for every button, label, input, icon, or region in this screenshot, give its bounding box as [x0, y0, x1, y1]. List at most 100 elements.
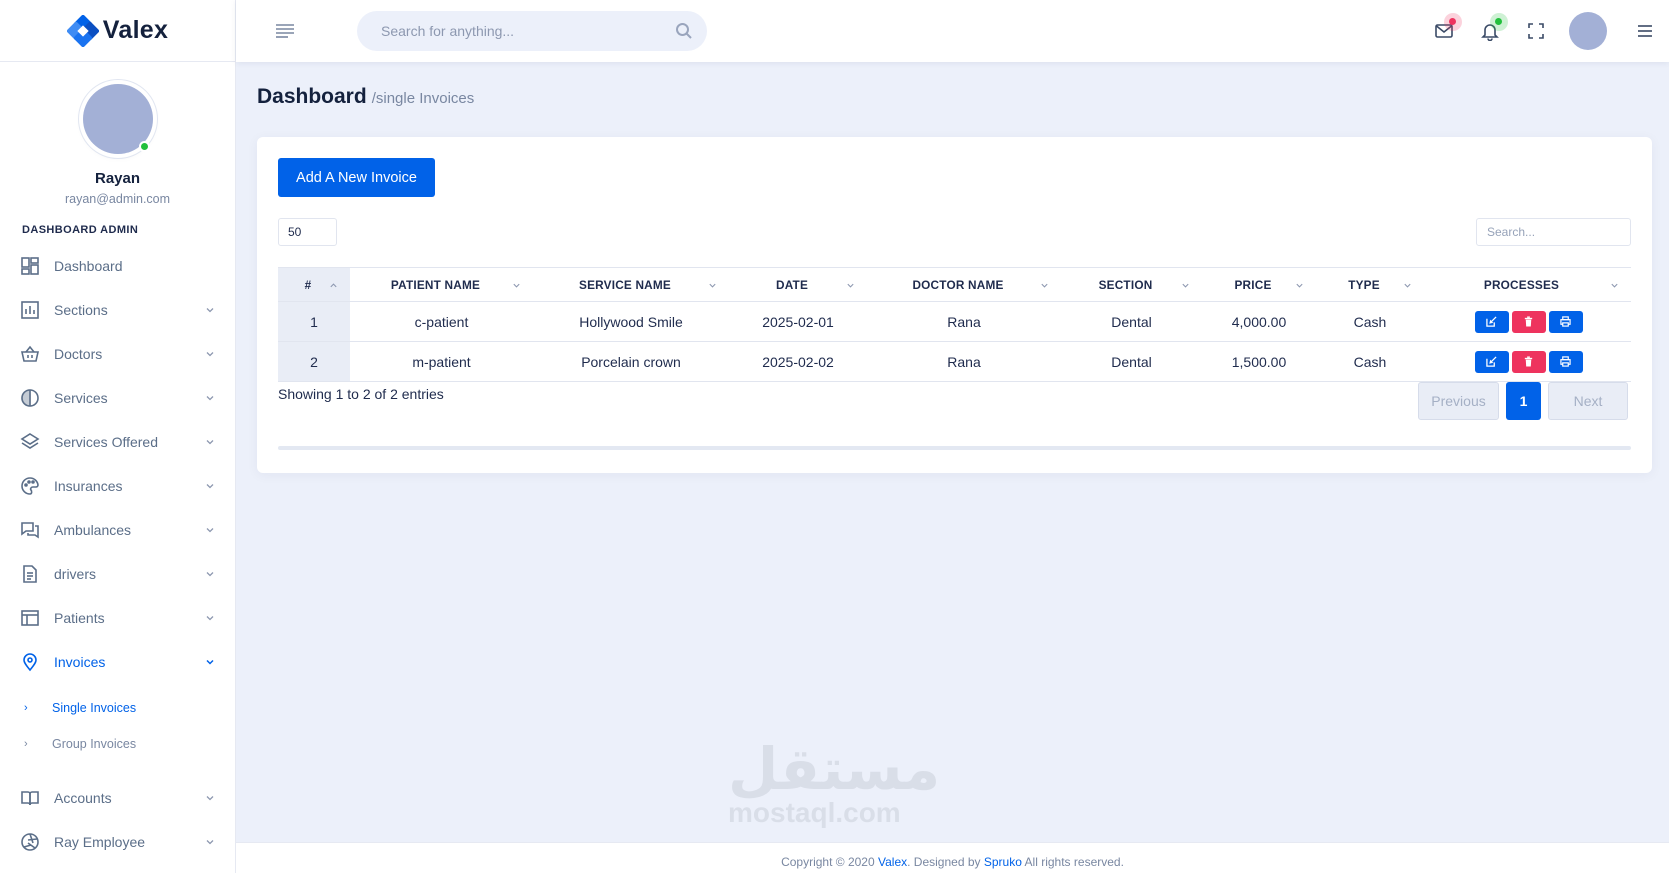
submenu-item-single-invoices[interactable]: › Single Invoices	[0, 690, 235, 726]
logo-text: Valex	[102, 16, 169, 44]
sidebar-item-sections[interactable]: Sections	[0, 288, 235, 332]
sidebar-item-invoices[interactable]: Invoices	[0, 640, 235, 684]
column-header[interactable]: TYPE	[1316, 267, 1424, 302]
cell-date: 2025-02-02	[729, 341, 867, 382]
edit-icon	[1486, 356, 1497, 367]
header-avatar[interactable]	[1569, 12, 1607, 50]
profile-avatar[interactable]	[82, 84, 153, 154]
cell-processes	[1424, 341, 1631, 382]
edit-button[interactable]	[1474, 310, 1509, 333]
column-header[interactable]: #	[278, 267, 350, 302]
delete-button[interactable]	[1511, 310, 1546, 333]
column-header-label: PATIENT NAME	[390, 277, 481, 292]
print-icon	[1560, 316, 1571, 327]
chevron-down-icon	[206, 796, 214, 801]
delete-button[interactable]	[1511, 350, 1546, 373]
top-header	[236, 0, 1669, 62]
table-row: 1 c-patient Hollywood Smile 2025-02-01 R…	[278, 301, 1631, 342]
chevron-down-icon	[206, 572, 214, 577]
messages-button[interactable]	[1421, 0, 1467, 62]
profile-email: rayan@admin.com	[64, 192, 171, 206]
notification-indicator	[1444, 13, 1462, 31]
global-search	[357, 11, 707, 51]
cell-price: 1,500.00	[1202, 341, 1316, 382]
notifications-button[interactable]	[1467, 0, 1513, 62]
print-button[interactable]	[1548, 310, 1583, 333]
sidebar-item-label: drivers	[54, 566, 97, 582]
chevron-down-icon	[206, 440, 214, 445]
page-subtitle: /single Invoices	[371, 90, 475, 107]
submenu-item-group-invoices[interactable]: › Group Invoices	[0, 726, 235, 762]
sidebar-item-accounts[interactable]: Accounts	[0, 776, 235, 820]
cell-patient: c-patient	[350, 301, 533, 342]
submenu-item-label: Single Invoices	[52, 701, 137, 715]
cell-processes	[1424, 301, 1631, 342]
palette-icon	[21, 477, 39, 495]
chevron-down-icon	[206, 528, 214, 533]
column-header[interactable]: SECTION	[1061, 267, 1202, 302]
print-button[interactable]	[1548, 350, 1583, 373]
pagination-page-1[interactable]: 1	[1506, 382, 1541, 420]
chevron-down-icon	[206, 840, 214, 845]
sidebar-menu: Dashboard Sections Doctors Services Serv…	[0, 244, 235, 684]
sidebar-item-ray-employee[interactable]: Ray Employee	[0, 820, 235, 864]
logo[interactable]: Valex	[0, 0, 235, 62]
sidebar-item-drivers[interactable]: drivers	[0, 552, 235, 596]
global-search-input[interactable]	[381, 23, 675, 39]
footer-designer-link[interactable]: Spruko	[984, 855, 1022, 869]
column-header[interactable]: PRICE	[1202, 267, 1316, 302]
column-header[interactable]: DOCTOR NAME	[867, 267, 1061, 302]
sidebar-item-doctors[interactable]: Doctors	[0, 332, 235, 376]
search-icon[interactable]	[675, 22, 693, 40]
trash-icon	[1524, 316, 1533, 327]
sort-icon	[513, 283, 520, 288]
page-length-select[interactable]: 50	[278, 218, 337, 246]
cell-index: 2	[278, 341, 350, 382]
cell-index: 1	[278, 301, 350, 342]
hamburger-icon[interactable]	[274, 20, 296, 42]
logo-icon	[66, 14, 99, 47]
sidebar-item-insurances[interactable]: Insurances	[0, 464, 235, 508]
sidebar-item-services[interactable]: Services	[0, 376, 235, 420]
table-search-input[interactable]	[1476, 218, 1631, 246]
sort-icon	[1041, 283, 1048, 288]
sidebar-item-label: Ambulances	[54, 522, 132, 538]
footer-middle: . Designed by	[907, 855, 984, 869]
pagination-previous[interactable]: Previous	[1418, 382, 1499, 420]
submenu-item-label: Group Invoices	[52, 737, 137, 751]
menu-icon	[1638, 25, 1652, 37]
edit-button[interactable]	[1474, 350, 1509, 373]
add-invoice-button[interactable]: Add A New Invoice	[278, 158, 435, 197]
horizontal-scrollbar[interactable]	[278, 446, 1631, 450]
cell-type: Cash	[1316, 301, 1424, 342]
pagination-next[interactable]: Next	[1548, 382, 1628, 420]
footer-brand-link[interactable]: Valex	[878, 855, 907, 869]
column-header-label: DOCTOR NAME	[912, 277, 1004, 292]
page-title: Dashboard	[257, 85, 367, 108]
column-header[interactable]: PROCESSES	[1424, 267, 1631, 302]
menu-heading: DASHBOARD ADMIN	[22, 224, 139, 236]
column-header[interactable]: SERVICE NAME	[533, 267, 729, 302]
sidebar-item-dashboard[interactable]: Dashboard	[0, 244, 235, 288]
cell-section: Dental	[1061, 341, 1202, 382]
column-header[interactable]: DATE	[729, 267, 867, 302]
sidebar-item-label: Ray Employee	[54, 834, 146, 850]
column-header[interactable]: PATIENT NAME	[350, 267, 533, 302]
sidebar-item-label: Patients	[54, 610, 105, 626]
table-icon	[21, 610, 39, 626]
invoices-table: # PATIENT NAME SERVICE NAME DATE DOCTOR …	[278, 267, 1631, 382]
sidebar-item-label: Insurances	[54, 478, 123, 494]
invoices-card: Add A New Invoice 50 # PATIENT NAME SERV…	[257, 137, 1652, 473]
sidebar-item-services-offered[interactable]: Services Offered	[0, 420, 235, 464]
fullscreen-button[interactable]	[1513, 0, 1559, 62]
table-info: Showing 1 to 2 of 2 entries	[278, 386, 444, 402]
right-menu-button[interactable]	[1621, 0, 1669, 62]
fullscreen-icon	[1528, 23, 1544, 39]
column-header-label: PRICE	[1234, 277, 1272, 292]
column-header-label: #	[304, 277, 312, 292]
aperture-icon	[21, 833, 39, 851]
cell-doctor: Rana	[867, 301, 1061, 342]
sidebar-item-patients[interactable]: Patients	[0, 596, 235, 640]
sidebar-item-ambulances[interactable]: Ambulances	[0, 508, 235, 552]
footer-prefix: Copyright © 2020	[781, 855, 878, 869]
